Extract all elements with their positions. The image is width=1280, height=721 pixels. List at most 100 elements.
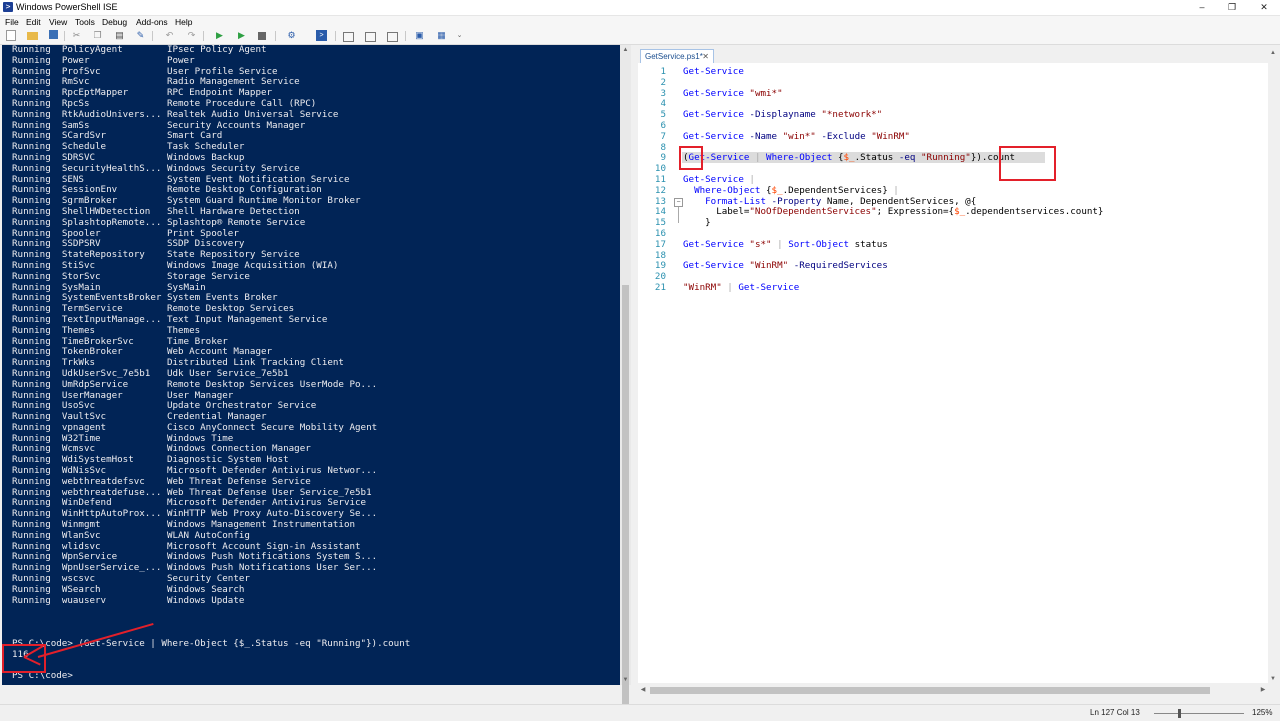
editor-scroll-down-icon[interactable]: ▼	[1268, 674, 1278, 684]
window-title: Windows PowerShell ISE	[16, 2, 118, 12]
layout-max-icon[interactable]	[387, 32, 398, 42]
service-name: SENS	[61, 173, 84, 185]
undo-icon[interactable]: ↶	[164, 30, 175, 41]
service-name: SystemEventsBroker	[61, 292, 162, 304]
run-icon[interactable]: ▶	[214, 30, 225, 41]
tab-getservice[interactable]: GetService.ps1* ✕	[640, 49, 714, 63]
service-display-name: RPC Endpoint Mapper	[166, 87, 273, 99]
service-name: RtkAudioUnivers...	[61, 108, 162, 120]
service-status: Running	[12, 216, 51, 228]
menu-addons[interactable]: Add-ons	[136, 16, 168, 28]
service-status: Running	[12, 562, 51, 574]
fold-toggle-icon[interactable]: −	[674, 198, 683, 207]
maximize-button[interactable]: ❐	[1217, 0, 1247, 15]
toolbar-overflow-icon[interactable]: ⌄	[454, 30, 465, 41]
cut-icon[interactable]: ✂	[71, 30, 82, 41]
service-display-name: Udk User Service_7e5b1	[166, 367, 289, 379]
service-name: WpnUserService_...	[61, 562, 162, 574]
menu-edit[interactable]: Edit	[26, 16, 41, 28]
service-status: Running	[12, 65, 51, 77]
service-name: WinHttpAutoProx...	[61, 508, 162, 520]
remote-icon[interactable]: ⚙	[286, 30, 297, 41]
console-output: Running PolicyAgent IPsec Policy Agent Ru…	[12, 45, 410, 682]
service-status: Running	[12, 400, 51, 412]
service-display-name: Realtek Audio Universal Service	[166, 108, 339, 120]
service-name: wuauserv	[61, 594, 107, 606]
menu-help[interactable]: Help	[175, 16, 192, 28]
menu-debug[interactable]: Debug	[102, 16, 127, 28]
copy-icon[interactable]: ❐	[92, 30, 103, 41]
editor-scroll-up-icon[interactable]: ▲	[1268, 48, 1278, 58]
command-addon-icon[interactable]: ▦	[436, 30, 447, 41]
pane-splitter[interactable]	[631, 45, 637, 705]
service-name: SessionEnv	[61, 184, 118, 196]
scroll-right-icon[interactable]: ▶	[1258, 685, 1268, 696]
clear-icon[interactable]: ✎	[135, 30, 146, 41]
close-tab-icon[interactable]: ✕	[702, 50, 709, 64]
open-icon[interactable]	[27, 32, 38, 40]
run-selection-icon[interactable]: ▶	[236, 30, 247, 41]
service-name: StiSvc	[61, 259, 96, 271]
service-status: Running	[12, 529, 51, 541]
service-name: WdiSystemHost	[61, 454, 134, 466]
service-status: Running	[12, 227, 51, 239]
console-pane[interactable]: Running PolicyAgent IPsec Policy Agent Ru…	[2, 45, 620, 685]
service-status: Running	[12, 195, 51, 207]
menu-file[interactable]: File	[5, 16, 19, 28]
service-display-name: Remote Desktop Services	[166, 303, 295, 315]
service-display-name: Web Threat Defense User Service_7e5b1	[166, 486, 372, 498]
service-name: Wcmsvc	[61, 443, 96, 455]
service-display-name: Text Input Management Service	[166, 313, 328, 325]
service-name: W32Time	[61, 432, 101, 444]
scroll-up-icon[interactable]: ▲	[620, 45, 631, 55]
new-file-icon[interactable]	[6, 30, 16, 41]
layout-top-icon[interactable]	[343, 32, 354, 42]
show-script-icon[interactable]: ▣	[414, 30, 425, 41]
service-name: Power	[61, 54, 90, 66]
service-name: SDRSVC	[61, 151, 96, 163]
service-display-name: Web Account Manager	[166, 346, 273, 358]
zoom-slider-thumb[interactable]	[1178, 709, 1181, 718]
service-status: Running	[12, 346, 51, 358]
tab-label: GetService.ps1*	[645, 52, 703, 61]
powershell-icon[interactable]: >	[316, 30, 327, 41]
service-display-name: Time Broker	[166, 335, 228, 347]
paste-icon[interactable]: ▤	[114, 30, 125, 41]
service-name: wlidsvc	[61, 540, 101, 552]
service-display-name: Cisco AnyConnect Secure Mobility Agent	[166, 421, 378, 433]
service-name: TermService	[61, 303, 123, 315]
save-icon[interactable]	[49, 30, 58, 39]
layout-right-icon[interactable]	[365, 32, 376, 42]
editor-hscroll-thumb[interactable]	[650, 687, 1210, 694]
service-name: StateRepository	[61, 249, 145, 261]
service-name: ProfSvc	[61, 65, 101, 77]
service-status: Running	[12, 270, 51, 282]
service-name: VaultSvc	[61, 411, 107, 423]
service-status: Running	[12, 421, 51, 433]
service-name: Schedule	[61, 141, 107, 153]
close-button[interactable]: ✕	[1249, 0, 1279, 15]
script-editor[interactable]: 1 2 3 4 5 6 7 8 9 10 11 12 13 14 15 16 17 18 19 20 21 − Get-…	[638, 63, 1268, 683]
service-name: wscsvc	[61, 573, 96, 585]
service-name: TokenBroker	[61, 346, 123, 358]
editor-hscrollbar[interactable]: ◀ ▶	[638, 685, 1268, 696]
menu-view[interactable]: View	[49, 16, 67, 28]
minimize-button[interactable]: –	[1187, 0, 1217, 15]
zoom-slider-track[interactable]	[1154, 713, 1244, 714]
service-display-name: Windows Backup	[166, 151, 245, 163]
scroll-left-icon[interactable]: ◀	[638, 685, 648, 696]
code-line: Get-Service -Displayname "*network*"	[683, 109, 883, 121]
menu-tools[interactable]: Tools	[75, 16, 95, 28]
redo-icon[interactable]: ↷	[186, 30, 197, 41]
service-display-name: System Event Notification Service	[166, 173, 350, 185]
console-scroll-thumb[interactable]	[622, 285, 629, 705]
service-status: Running	[12, 357, 51, 369]
service-display-name: Microsoft Account Sign-in Assistant	[166, 540, 361, 552]
scroll-down-icon[interactable]: ▼	[620, 675, 631, 685]
editor-scrollbar[interactable]: ▲ ▼	[1268, 48, 1278, 684]
stop-icon[interactable]	[258, 32, 266, 40]
service-status: Running	[12, 411, 51, 423]
service-name: ShellHWDetection	[61, 205, 151, 217]
annotation-box-open-paren	[679, 146, 703, 170]
console-scrollbar[interactable]: ▲ ▼	[620, 45, 631, 705]
